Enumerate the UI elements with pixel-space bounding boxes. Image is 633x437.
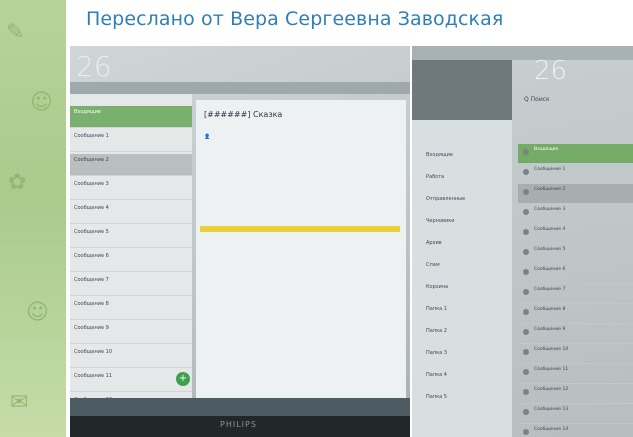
- folder-sidebar: Входящие Работа Отправленные Черновики Архив…: [412, 60, 512, 437]
- folder-item: Папка 1: [426, 306, 447, 312]
- folder-item: Черновики: [426, 218, 455, 224]
- avatar-icon: [523, 209, 529, 215]
- list-item-label: Сообщение 5: [534, 247, 566, 252]
- chat-wallpaper: ✎ ☺ ✿ ☺ ✉: [0, 0, 66, 437]
- avatar-icon: [523, 389, 529, 395]
- list-item-label: Сообщение 8: [534, 307, 566, 312]
- list-item-label: Сообщение 14: [534, 427, 569, 432]
- list-item-label: Входящие: [534, 147, 559, 152]
- list-item-label: Сообщение 7: [534, 287, 566, 292]
- monitor-screen: 26 Входящие Сообщение 1 Сообщение 2 Сообщен…: [70, 46, 410, 416]
- mail-toolbar: [70, 82, 410, 94]
- list-item: Сообщение 6: [518, 264, 633, 284]
- browser-bar: [412, 46, 633, 60]
- list-item: Входящие: [70, 106, 192, 128]
- list-item: Сообщение 12: [518, 384, 633, 404]
- avatar-icon: [523, 149, 529, 155]
- avatar-icon: [523, 289, 529, 295]
- list-item-label: Сообщение 11: [534, 367, 569, 372]
- folder-item: Папка 4: [426, 372, 447, 378]
- list-item: Сообщение 9: [518, 324, 633, 344]
- monitor-brand: PHILIPS: [220, 420, 257, 429]
- folder-item: Папка 3: [426, 350, 447, 356]
- list-item: Сообщение 5: [70, 226, 192, 248]
- list-item-label: Сообщение 9: [534, 327, 566, 332]
- list-item: Входящие: [518, 144, 633, 164]
- folder-item: Входящие: [426, 152, 453, 158]
- list-item: Сообщение 7: [518, 284, 633, 304]
- sender-line: 👤: [204, 134, 210, 140]
- folder-item: Спам: [426, 262, 440, 268]
- list-item: Сообщение 2: [70, 154, 192, 176]
- message-subject: [######] Сказка: [204, 110, 283, 119]
- list-item-label: Сообщение 12: [534, 387, 569, 392]
- list-item-label: Сообщение 6: [534, 267, 566, 272]
- avatar-icon: [523, 429, 529, 435]
- avatar-icon: [523, 409, 529, 415]
- list-item: Сообщение 10: [518, 344, 633, 364]
- avatar-icon: [523, 229, 529, 235]
- folder-item: Корзина: [426, 284, 449, 290]
- message-view: [######] Сказка 👤: [196, 100, 406, 416]
- list-item-label: Сообщение 1: [534, 167, 566, 172]
- list-item: Сообщение 7: [70, 274, 192, 296]
- list-item: Сообщение 1: [70, 130, 192, 152]
- list-item: Сообщение 2: [518, 184, 633, 204]
- list-item: Сообщение 9: [70, 322, 192, 344]
- list-item: Сообщение 4: [70, 202, 192, 224]
- list-item-label: Сообщение 4: [534, 227, 566, 232]
- sidebar-header: [412, 60, 512, 120]
- avatar-icon: [523, 349, 529, 355]
- folder-item: Папка 2: [426, 328, 447, 334]
- avatar-icon: [523, 309, 529, 315]
- list-item-label: Сообщение 2: [534, 187, 566, 192]
- folder-item: Папка 5: [426, 394, 447, 400]
- forward-header: Переслано от Вера Сергеевна Заводская: [66, 0, 633, 44]
- monitor-screen-right: Входящие Работа Отправленные Черновики Архив…: [412, 46, 633, 437]
- list-item: Сообщение 6: [70, 250, 192, 272]
- doodle-icon: ✉: [10, 390, 29, 415]
- avatar-icon: [523, 189, 529, 195]
- list-item: Сообщение 14: [518, 424, 633, 437]
- message-list: Входящие Сообщение 1 Сообщение 2 Сообщение …: [70, 94, 192, 416]
- list-item: Сообщение 10: [70, 346, 192, 368]
- list-item: Сообщение 8: [70, 298, 192, 320]
- avatar-icon: [523, 369, 529, 375]
- avatar-icon: [523, 269, 529, 275]
- clock-date-right: 26: [534, 56, 568, 86]
- list-item: Сообщение 11: [70, 370, 192, 392]
- list-item: Сообщение 4: [518, 224, 633, 244]
- monitor-bezel: PHILIPS: [70, 416, 410, 437]
- search-field: Q Поиск: [524, 96, 550, 103]
- doodle-icon: ☺: [30, 90, 53, 115]
- list-item: Сообщение 5: [518, 244, 633, 264]
- list-item: Сообщение 8: [518, 304, 633, 324]
- list-item: Сообщение 11: [518, 364, 633, 384]
- compose-button: +: [176, 372, 190, 386]
- clock-date: 26: [76, 50, 112, 83]
- list-item: Сообщение 3: [70, 178, 192, 200]
- taskbar: [70, 398, 410, 416]
- doodle-icon: ☺: [26, 300, 49, 325]
- folder-item: Отправленные: [426, 196, 466, 202]
- highlighted-line: [200, 226, 400, 232]
- avatar-icon: [523, 329, 529, 335]
- avatar-icon: [523, 169, 529, 175]
- list-item: Сообщение 13: [518, 404, 633, 424]
- doodle-icon: ✎: [6, 20, 25, 45]
- folder-item: Работа: [426, 174, 445, 180]
- list-item-label: Сообщение 3: [534, 207, 566, 212]
- list-item-label: Сообщение 13: [534, 407, 569, 412]
- list-item: Сообщение 1: [518, 164, 633, 184]
- list-item: Сообщение 3: [518, 204, 633, 224]
- avatar-icon: [523, 249, 529, 255]
- avatar-icon: 👤: [204, 134, 211, 140]
- doodle-icon: ✿: [8, 170, 27, 195]
- folder-item: Архив: [426, 240, 442, 246]
- photo-monitor-right[interactable]: Входящие Работа Отправленные Черновики Архив…: [412, 46, 633, 437]
- forwarded-from-label[interactable]: Переслано от Вера Сергеевна Заводская: [86, 8, 503, 30]
- list-item-label: Сообщение 10: [534, 347, 569, 352]
- photo-monitor-left[interactable]: 26 Входящие Сообщение 1 Сообщение 2 Сообщен…: [70, 46, 410, 437]
